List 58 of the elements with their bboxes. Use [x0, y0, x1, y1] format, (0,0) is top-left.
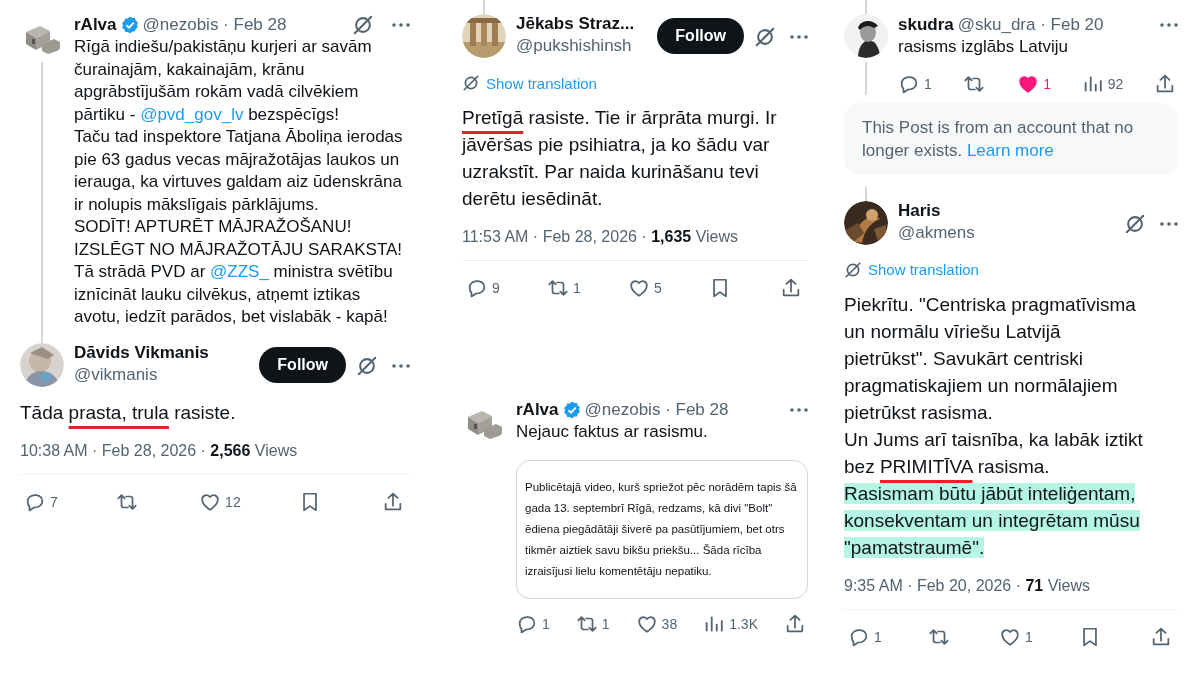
more-icon[interactable] — [1160, 23, 1178, 27]
post-text: Nejauc faktus ar rasismu. — [516, 421, 709, 443]
author-name[interactable]: Haris — [898, 200, 941, 221]
author-name[interactable]: rAlva — [74, 14, 117, 36]
post-text: Piekrītu. "Centriska pragmatīvisma un normālu vīriešu Latvijā pietrūkst". Savukārt centriski pragmatiskajiem un normālajiem pietrūkst rasisma. Un Jums arī taisnība, ka labāk iztikt bez PRIMITĪVA rasisma. Rasismam būtu jābūt inteliģentam, konsekventam un integrētam mūsu "pamatstraumē". — [844, 292, 1144, 560]
byline: @nezobis · Feb 28 — [584, 399, 729, 421]
reply-button[interactable]: 1 — [848, 625, 882, 648]
reply-button[interactable]: 9 — [466, 277, 500, 299]
post-meta: 10:38 AM · Feb 28, 2026 · 2,566 Views — [20, 441, 299, 460]
more-icon[interactable] — [790, 35, 808, 39]
like-button[interactable]: 1 — [999, 625, 1033, 648]
views-button[interactable]: 92 — [1081, 72, 1124, 95]
like-button[interactable]: 5 — [627, 277, 662, 299]
views-button[interactable]: 1.3K — [703, 612, 758, 635]
slashed-circle-icon[interactable] — [462, 74, 480, 92]
more-icon[interactable] — [392, 363, 410, 368]
post-text: Pretīgā rasiste. Tie ir ārprāta murgi. Ir jāvēršas pie psihiatra, ja ko šādu var uzrakstīt. Par naida kurināšanu tevi derētu iesēdināt. — [462, 106, 778, 211]
author-handle[interactable]: @akmens — [898, 222, 1104, 243]
quote-text: Publicētajā video, kurš spriežot pēc norādēm tapis šā gada 13. septembrī Rīgā, redzams, kā divi "Bolt" ēdiena piegādātāji šiverē pa pasūtījumiem, bet otrs tikmēr aiztiek savu bikšu priekšu... Šāda rīcība izraisījusi lielu komentētāju nepatiku. — [525, 479, 797, 579]
slashed-circle-icon[interactable] — [844, 260, 862, 279]
follow-button[interactable]: Follow — [259, 346, 346, 383]
repost-button[interactable]: 1 — [575, 612, 610, 635]
slashed-circle-icon[interactable] — [1124, 212, 1146, 235]
share-icon — [784, 612, 806, 635]
like-button[interactable]: 38 — [635, 612, 678, 635]
reply-button[interactable]: 1 — [516, 612, 550, 635]
byline: @nezobis · Feb 28 — [142, 14, 287, 36]
post-meta: 11:53 AM · Feb 28, 2026 · 1,635 Views — [462, 228, 740, 246]
byline: @sku_dra · Feb 20 — [957, 14, 1104, 36]
more-icon[interactable] — [790, 408, 808, 412]
share-icon — [382, 490, 404, 513]
post-text: Rīgā indiešu/pakistāņu kurjeri ar savām čurainajām, kakainajām, krānu apgrābstījušām rokām vadā cilvēkiem pārtiku - @pvd_gov_lv bezspēcīgs! Taču tad inspektore Tatjana Āboliņa ierodas pie 63 gadus vecas mājražotājas laukos un ierauga, ka virtuves galdam aiz ūdenskrāna ir nolupis mākslīgais pārklājums. SODĪT! APTURĒT MĀJRAŽOŠANU! IZSLĒGT NO MĀJRAŽOTĀJU SARAKSTA! Tā strādā PVD ar @ZZS_ ministra svētību iznīcināt lauku cilvēkus, atņemt iztikas avotu, iedzīt parādos, bet vislabāk - kapā! — [74, 36, 404, 328]
notice-text: This Post is from an account that no longer exists. Learn more — [862, 116, 1135, 162]
repost-button[interactable]: 1 — [546, 277, 581, 299]
like-button[interactable]: 12 — [199, 490, 241, 513]
author-handle[interactable]: @pukshishinsh — [516, 36, 648, 56]
heart-icon — [627, 277, 650, 299]
author-name[interactable]: rAlva — [516, 399, 559, 421]
post-text: Tāda prasta, trula rasiste. — [20, 400, 237, 425]
author-name[interactable]: Dāvids Vikmanis — [74, 342, 209, 363]
post-text: rasisms izglābs Latviju — [898, 36, 1070, 58]
follow-button[interactable]: Follow — [657, 18, 744, 54]
quote-card[interactable] — [516, 459, 808, 599]
author-name[interactable]: Jēkabs Straz... — [516, 14, 635, 34]
speech-bubble-icon — [466, 277, 488, 299]
post-meta: 9:35 AM · Feb 20, 2026 · 71 Views — [844, 576, 1092, 595]
like-button[interactable]: 1 — [1017, 72, 1051, 95]
reply-button[interactable]: 1 — [898, 72, 932, 95]
slashed-circle-icon[interactable] — [754, 26, 776, 48]
share-icon — [1154, 72, 1176, 95]
more-icon[interactable] — [392, 23, 410, 27]
slashed-circle-icon[interactable] — [352, 14, 374, 36]
slashed-circle-icon[interactable] — [356, 354, 378, 377]
more-icon[interactable] — [1160, 221, 1178, 226]
repost-icon — [546, 277, 569, 299]
author-handle[interactable]: @vikmanis — [74, 364, 250, 385]
author-name[interactable]: skudra — [898, 14, 954, 36]
reply-button[interactable]: 7 — [24, 490, 58, 513]
